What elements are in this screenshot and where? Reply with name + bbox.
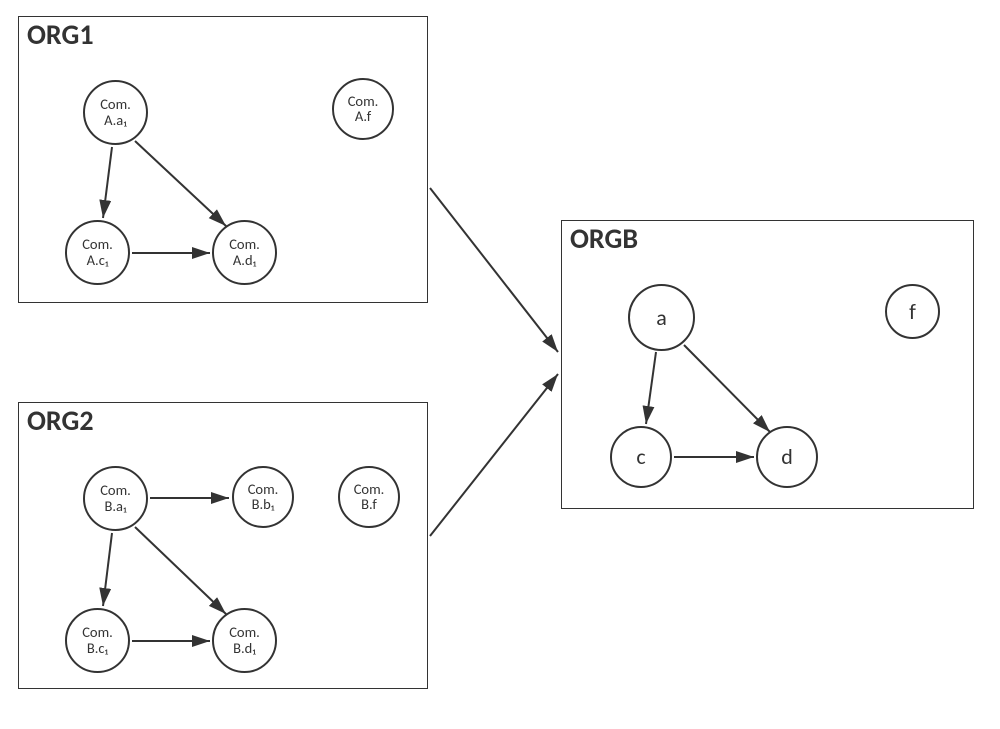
edge-org2-to-orgb (430, 374, 558, 536)
node-org2-Bc1: Com. B.c₁ (65, 608, 130, 673)
node-orgb-d: d (756, 426, 818, 488)
node-org1-Aa1: Com. A.a₁ (83, 80, 148, 145)
node-label-line2: A.f (355, 109, 371, 124)
node-org1-Ad1: Com. A.d₁ (212, 220, 277, 285)
node-orgb-a: a (628, 284, 695, 351)
node-org2-Bf: Com. B.f (338, 466, 400, 528)
node-label: f (909, 300, 916, 323)
node-org1-Ac1: Com. A.c₁ (65, 220, 130, 285)
org1-title: ORG1 (27, 17, 94, 52)
node-label-line2: B.f (361, 497, 377, 512)
node-label-line2: A.a₁ (104, 113, 127, 128)
node-label-line2: A.d₁ (233, 253, 256, 268)
node-org2-Bd1: Com. B.d₁ (212, 608, 277, 673)
node-org2-Ba1: Com. B.a₁ (83, 466, 148, 531)
node-label: c (636, 445, 645, 468)
org2-title: ORG2 (27, 403, 94, 438)
node-label-line2: B.d₁ (233, 641, 256, 656)
node-label: a (656, 306, 667, 329)
node-org1-Af: Com. A.f (332, 78, 394, 140)
node-orgb-c: c (610, 426, 672, 488)
node-label-line2: B.c₁ (87, 641, 108, 656)
node-label-line2: A.c₁ (87, 253, 109, 268)
edge-org1-to-orgb (430, 188, 558, 352)
node-label-line2: B.a₁ (104, 499, 126, 514)
node-label: d (781, 445, 793, 468)
node-orgb-f: f (885, 284, 940, 339)
node-label-line2: B.b₁ (252, 497, 275, 512)
orgb-title: ORGB (570, 221, 638, 256)
node-org2-Bb1: Com. B.b₁ (232, 466, 294, 528)
